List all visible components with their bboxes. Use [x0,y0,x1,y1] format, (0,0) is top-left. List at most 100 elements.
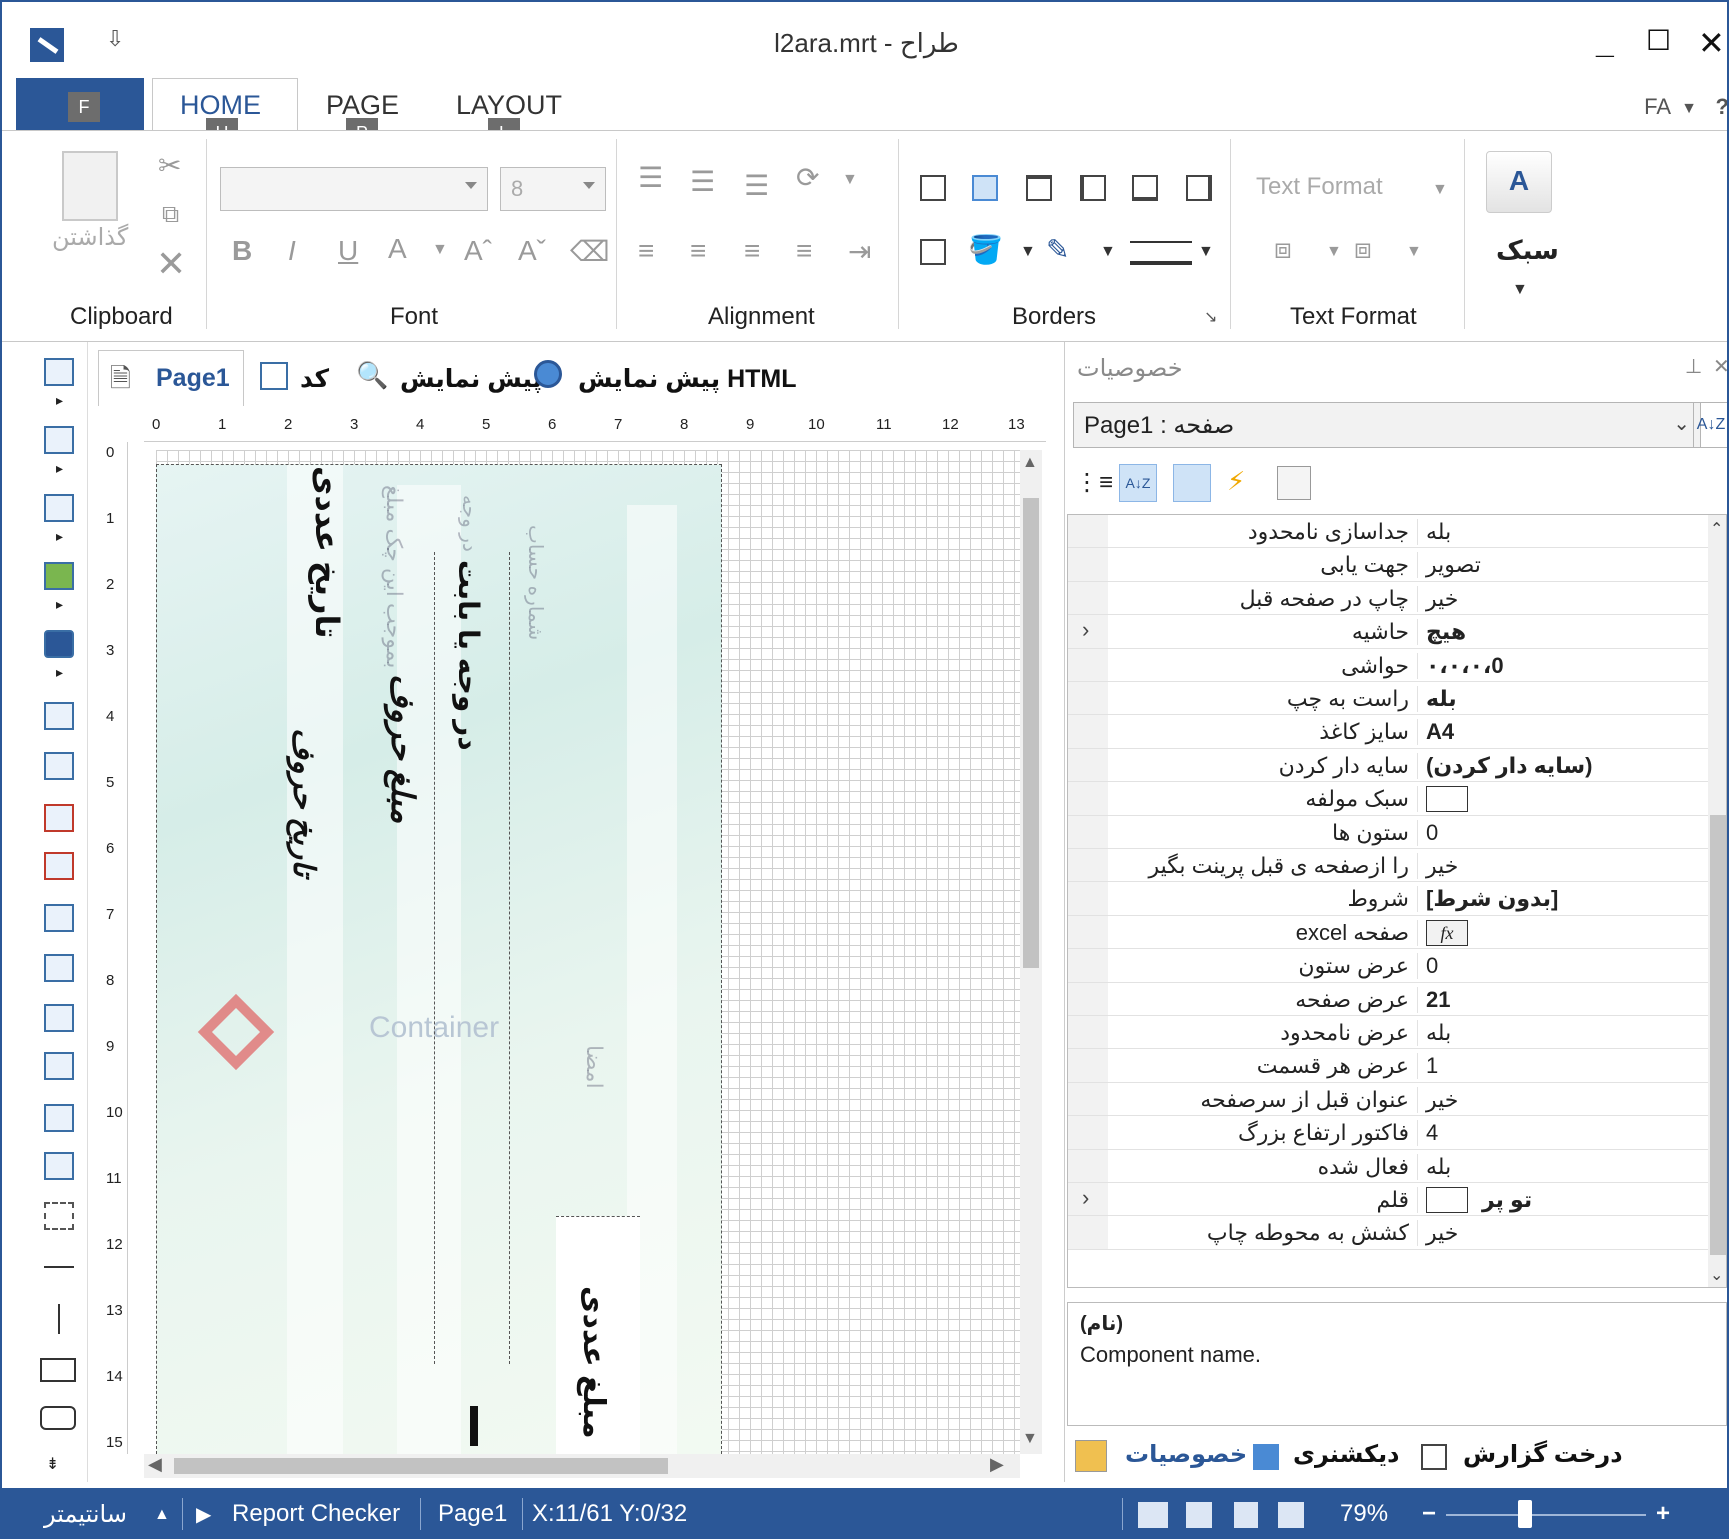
property-row[interactable]: حواشی ۰،۰،۰،0 [1068,648,1708,682]
format-icon-1[interactable]: ⧈ [1274,233,1292,266]
property-row[interactable]: عرض صفحه 21 [1068,982,1708,1016]
rich-text-tool-icon[interactable] [44,852,74,880]
property-row[interactable]: عرض نامحدود بله [1068,1016,1708,1050]
grow-font-icon[interactable]: Aˆ [464,235,492,267]
design-canvas[interactable]: Container بموجب این چک مبلغ در وجه شماره… [156,450,1042,1454]
cross-band-tool-icon[interactable] [44,426,74,454]
maximize-button[interactable]: ☐ [1646,24,1671,57]
shadow-border-icon[interactable] [920,239,946,265]
text-format-combo[interactable]: Text Format [1256,173,1383,201]
zoom-in-button[interactable]: + [1656,1500,1670,1528]
style-button[interactable]: سبک [1496,235,1559,266]
scroll-thumb[interactable] [1710,815,1726,1255]
component-tool-icon[interactable] [44,494,74,522]
report-checker-button[interactable]: Report Checker [232,1500,400,1528]
copy-icon[interactable]: ⧉ [162,201,179,229]
property-row[interactable]: راست به چپ بله [1068,682,1708,716]
property-row[interactable]: فعال شده بله [1068,1149,1708,1183]
property-value[interactable]: 0 [1424,819,1704,847]
expand-arrow-icon[interactable]: ▸ [56,528,63,545]
property-value[interactable]: [بدون شرط] [1424,885,1704,913]
view-mode-icon-4[interactable] [1278,1502,1304,1528]
date-letters-field[interactable]: تاریخ حروف [286,728,321,877]
font-name-combo[interactable] [220,167,488,211]
property-row[interactable]: › قلم تو پر [1068,1183,1708,1217]
vertical-line-tool-icon[interactable] [58,1304,60,1334]
property-value[interactable]: هیچ [1424,618,1704,646]
expand-arrow-icon[interactable]: ▸ [56,596,63,613]
property-row[interactable]: سایه دار کردن (سایه دار کردن) [1068,748,1708,783]
rotate-text-icon[interactable]: ⟳ [796,161,819,194]
scroll-up-icon[interactable]: ⌃ [1710,519,1723,539]
language-selector[interactable]: FA [1644,94,1671,120]
canvas-vertical-scrollbar[interactable]: ▲ ▼ [1020,450,1042,1454]
close-button[interactable]: ✕ [1698,24,1725,62]
shape-rect-tool-icon[interactable] [40,1358,76,1382]
border-style-icon[interactable] [1130,241,1192,265]
page-header-tool-icon[interactable] [44,702,74,730]
zoom-slider-thumb[interactable] [1518,1500,1532,1528]
property-value[interactable] [1424,785,1704,813]
property-value[interactable]: A4 [1424,718,1704,746]
word-wrap-icon[interactable]: ⇥ [848,235,871,268]
tab-report-tree[interactable]: درخت گزارش [1463,1440,1623,1469]
justify-icon[interactable]: ≡ [796,235,812,267]
delete-icon[interactable]: ✕ [156,243,186,285]
fill-dropdown-icon[interactable]: ▼ [1020,243,1036,261]
tab-layout[interactable]: LAYOUT [456,90,562,121]
panel-close-icon[interactable]: ✕ [1713,354,1727,379]
align-left-icon[interactable]: ≡ [638,235,654,267]
no-border-icon[interactable] [972,175,998,201]
tab-dictionary[interactable]: دیکشنری [1293,1440,1399,1469]
style-dropdown-icon[interactable]: ▼ [1512,281,1528,299]
pin-icon[interactable]: ⊥ [1685,354,1702,379]
text-tool-icon[interactable] [44,804,74,832]
right-border-icon[interactable] [1186,175,1212,201]
amount-letters-field[interactable]: مبلغ حروف [384,674,422,823]
zoom-out-button[interactable]: − [1422,1500,1436,1528]
paste-button[interactable]: گذاشتن [52,223,128,252]
property-row[interactable]: را ازصفحه ی قبل پرینت بگیر خیر [1068,849,1708,883]
property-value[interactable]: خیر [1424,1086,1704,1114]
property-value[interactable]: تو پر [1424,1186,1704,1214]
left-border-icon[interactable] [1080,175,1106,201]
property-row[interactable]: شروط [بدون شرط] [1068,882,1708,916]
units-dropdown-icon[interactable]: ▲ [154,1506,170,1524]
underline-button[interactable]: U [338,235,358,267]
container-tool-icon[interactable] [44,954,74,982]
paste-icon[interactable] [62,151,118,221]
border-color-dropdown-icon[interactable]: ▼ [1100,243,1116,261]
expression-fx-button[interactable]: fx [1426,919,1468,946]
component-style-swatch[interactable] [1426,786,1468,813]
property-row[interactable]: › حاشیه هیچ [1068,615,1708,649]
expand-arrow-icon[interactable]: ▸ [56,664,63,681]
sort-icon[interactable]: A↓Z [1693,402,1727,448]
property-row[interactable]: ستون ها 0 [1068,815,1708,849]
property-grid-scrollbar[interactable]: ⌃ ⌄ [1708,515,1726,1287]
tab-preview[interactable]: پیش نمایش [400,364,542,394]
scroll-up-icon[interactable]: ▲ [1022,454,1038,472]
canvas-horizontal-scrollbar[interactable]: ◀ ▶ [144,1454,1020,1478]
borders-dialog-launcher-icon[interactable]: ↘ [1204,307,1217,327]
expand-arrow-icon[interactable]: ▸ [56,392,63,409]
property-value[interactable]: 1 [1424,1052,1704,1080]
view-mode-icon-1[interactable] [1138,1502,1168,1528]
font-color-dropdown-icon[interactable]: ▼ [432,241,448,259]
shrink-font-icon[interactable]: Aˇ [518,235,546,267]
property-value[interactable]: ۰،۰،۰،0 [1424,652,1704,680]
alphabetical-view-icon[interactable]: A↓Z [1119,464,1157,502]
property-value[interactable]: fx [1424,919,1704,947]
property-row[interactable]: عرض ستون 0 [1068,949,1708,983]
scroll-thumb[interactable] [1023,498,1039,968]
events-lightning-icon[interactable]: ⚡ [1227,466,1245,497]
more-tools-icon[interactable]: ⇟ [46,1454,59,1474]
clear-format-icon[interactable]: ⌫ [570,235,610,268]
tab-page1[interactable]: Page1 [156,364,230,393]
property-pages-icon[interactable] [1277,466,1311,500]
image-tool-icon[interactable] [44,562,74,590]
textbox-tool-icon[interactable] [44,1052,74,1080]
report-checker-arrow-icon[interactable]: ▶ [196,1502,211,1527]
property-row[interactable]: جداسازی نامحدود بله [1068,515,1708,549]
expand-chevron-icon[interactable]: › [1082,617,1089,643]
align-right-icon[interactable]: ≡ [744,235,760,267]
